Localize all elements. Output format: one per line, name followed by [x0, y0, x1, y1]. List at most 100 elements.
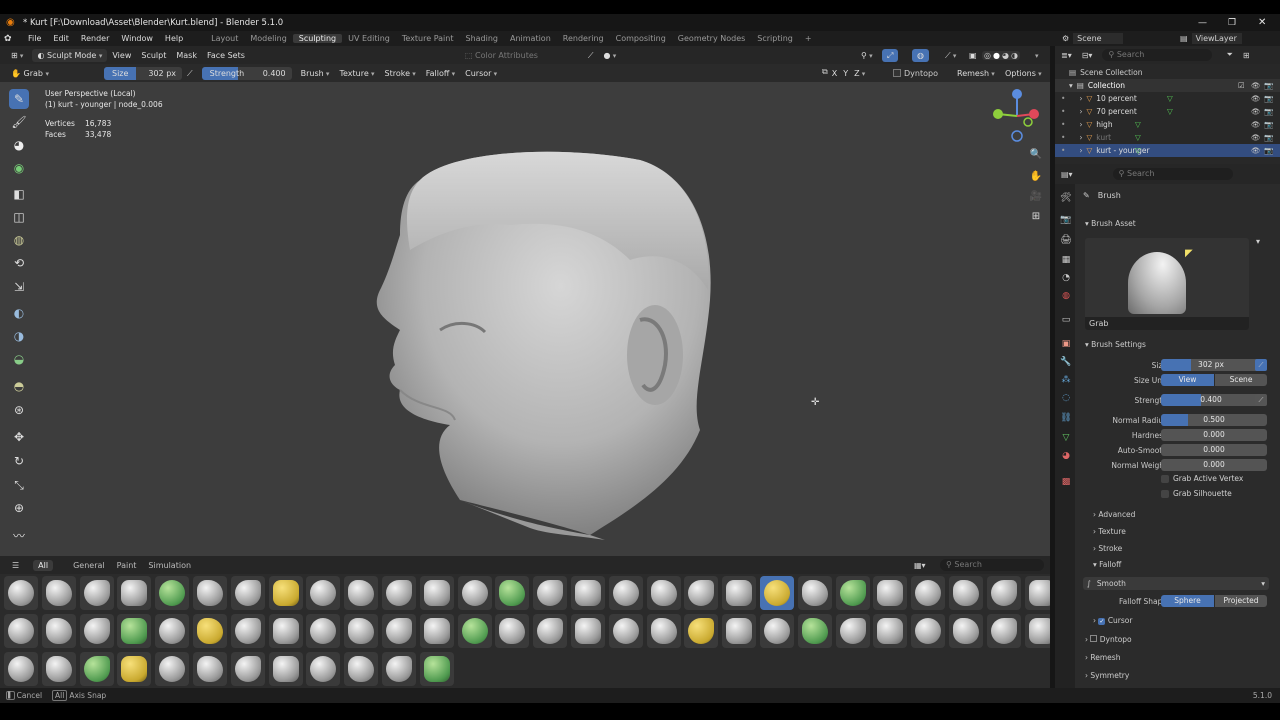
brush-thumbnail[interactable] [533, 614, 568, 648]
brush-thumbnail[interactable] [306, 576, 341, 610]
shelf-display-icon[interactable]: ▦▾ [914, 561, 926, 570]
tab-rendering[interactable]: Rendering [557, 34, 610, 43]
tab-modeling[interactable]: Modeling [244, 34, 292, 43]
mirror-y[interactable]: Y [841, 67, 850, 80]
minimize-icon[interactable]: — [1198, 18, 1207, 28]
falloff-shape-projected[interactable]: Projected [1215, 595, 1267, 607]
face-set-tool[interactable]: ◍ [9, 230, 29, 250]
size-pressure-prop-icon[interactable]: ⟋ [1255, 359, 1267, 371]
strength-prop-field[interactable]: 0.400 [1161, 394, 1261, 406]
size-unit-view[interactable]: View [1161, 374, 1214, 386]
material-tab-icon[interactable]: ◕ [1058, 448, 1074, 464]
brush-thumbnail[interactable] [835, 614, 870, 648]
menu-help[interactable]: Help [159, 34, 189, 43]
brush-thumbnail[interactable] [344, 652, 379, 686]
grab-silhouette-checkbox[interactable] [1161, 489, 1169, 498]
menu-file[interactable]: File [22, 34, 47, 43]
visibility-icon[interactable]: 👁 [1251, 107, 1261, 116]
brush-thumbnail[interactable] [911, 614, 946, 648]
render-visibility-icon[interactable]: 📷 [1264, 120, 1273, 129]
scene-selector[interactable]: ⚙ Scene [1062, 33, 1124, 44]
solid-shading-icon[interactable]: ● [993, 51, 1000, 60]
properties-type-icon[interactable]: ▤▾ [1061, 170, 1073, 179]
properties-search[interactable]: ⚲ Search [1112, 168, 1233, 180]
brush-thumbnail[interactable] [117, 614, 152, 648]
brush-thumbnail[interactable] [193, 576, 227, 610]
tab-compositing[interactable]: Compositing [610, 34, 672, 43]
brush-thumbnail[interactable] [79, 576, 114, 610]
outliner-filter-icon[interactable]: ⊟▾ [1082, 51, 1093, 60]
expand-icon[interactable]: › [1079, 133, 1082, 142]
brush-thumbnail[interactable] [949, 614, 983, 648]
grab-active-vertex-checkbox[interactable] [1161, 474, 1169, 483]
outliner-type-icon[interactable]: ≣▾ [1061, 51, 1072, 60]
brush-thumbnail[interactable] [268, 614, 303, 648]
collection-checkbox[interactable]: ☑ [1238, 81, 1245, 90]
brush-thumbnail[interactable] [155, 576, 190, 610]
grab-silhouette-toggle[interactable]: Grab Silhouette [1161, 489, 1232, 498]
grid-view-icon[interactable]: ⊞ [1028, 208, 1044, 224]
cursor-subpanel[interactable]: › ✓ Cursor [1093, 616, 1132, 625]
blender-menu-icon[interactable]: ✿ [4, 34, 22, 44]
brush-thumbnail[interactable] [986, 576, 1021, 610]
collection-tab-icon[interactable]: ▭ [1058, 312, 1074, 328]
brush-thumbnail[interactable] [41, 576, 76, 610]
brush-thumbnail[interactable] [873, 576, 908, 610]
remesh-panel[interactable]: › Remesh [1085, 653, 1120, 662]
brush-asset-dropdown-icon[interactable]: ▾ [1256, 237, 1260, 246]
transform-tool[interactable]: ⊕ [9, 498, 29, 518]
brush-thumbnail[interactable] [646, 576, 681, 610]
constraints-tab-icon[interactable]: ⛓ [1058, 410, 1074, 426]
outliner-item-70-percent[interactable]: • › ▽ 70 percent ▽ 👁 📷 [1055, 105, 1280, 118]
brush-thumbnail[interactable] [911, 576, 946, 610]
outliner-item-kurt[interactable]: • › ▽ kurt ▽ 👁 📷 [1055, 131, 1280, 144]
visibility-icon[interactable]: ⚲ [856, 49, 878, 62]
shading-modes[interactable]: ◎ ● ◕ ◑ [982, 50, 1020, 60]
viewlayer-selector[interactable]: ▤ ViewLayer [1180, 33, 1242, 44]
view-menu[interactable]: View [107, 49, 136, 62]
brush-thumbnail[interactable] [760, 614, 794, 648]
cursor-checkbox[interactable]: ✓ [1098, 618, 1106, 625]
render-tab-icon[interactable]: 📷 [1058, 212, 1074, 228]
rendered-shading-icon[interactable]: ◑ [1011, 51, 1018, 60]
texture-tab-icon[interactable]: ▩ [1058, 474, 1074, 490]
brush-thumbnail[interactable] [306, 614, 341, 648]
zoom-icon[interactable]: 🔍 [1028, 146, 1044, 162]
editor-type-icon[interactable]: ⊞ [6, 49, 28, 62]
gizmo-x-axis[interactable] [1029, 109, 1039, 119]
color-dropper-icon[interactable]: ⟋ [583, 49, 599, 62]
visibility-icon[interactable]: 👁 [1251, 94, 1261, 103]
face-sets-menu[interactable]: Face Sets [202, 49, 250, 62]
brush-thumbnail[interactable] [117, 576, 152, 610]
outliner-funnel-icon[interactable]: ⏷ [1226, 50, 1232, 60]
expand-icon[interactable]: › [1079, 146, 1082, 155]
close-icon[interactable]: ✕ [1258, 17, 1266, 28]
tab-geometry-nodes[interactable]: Geometry Nodes [672, 34, 751, 43]
remesh-menu[interactable]: Remesh [952, 67, 1000, 80]
brush-asset-preview[interactable]: ◤ Grab [1085, 238, 1249, 330]
annotate-tool[interactable]: 〰 [9, 525, 29, 545]
maximize-icon[interactable]: ❐ [1228, 18, 1236, 28]
gizmo-z-axis[interactable] [1012, 89, 1022, 99]
brush-thumbnail[interactable] [344, 576, 379, 610]
new-collection-icon[interactable]: ⊞ [1243, 51, 1250, 60]
brush-thumbnail[interactable] [155, 614, 190, 648]
overlay-toggle-icon[interactable]: ◍ [912, 48, 929, 62]
brush-thumbnail[interactable] [79, 652, 114, 686]
mirror-z[interactable]: Z [852, 67, 867, 80]
grab-brush-selector[interactable]: ✋ Grab [6, 67, 100, 80]
scale-tool[interactable]: ⤡ [9, 475, 29, 495]
scene-tab-icon[interactable]: ◔ [1058, 270, 1074, 286]
brush-thumbnail[interactable] [873, 614, 908, 648]
menu-render[interactable]: Render [75, 34, 115, 43]
stroke-subpanel[interactable]: › Stroke [1093, 544, 1122, 553]
collection-render-icon[interactable]: 📷 [1264, 81, 1273, 90]
menu-edit[interactable]: Edit [47, 34, 75, 43]
cursor-menu[interactable]: Cursor [460, 67, 502, 80]
brush-thumbnail[interactable] [722, 576, 757, 610]
brush-thumbnail[interactable] [155, 652, 190, 686]
tab-sculpting[interactable]: Sculpting [292, 34, 343, 43]
asset-search-field[interactable]: ⚲ Search [940, 559, 1044, 571]
brush-thumbnail[interactable] [41, 614, 76, 648]
navigation-gizmo[interactable] [990, 88, 1044, 148]
